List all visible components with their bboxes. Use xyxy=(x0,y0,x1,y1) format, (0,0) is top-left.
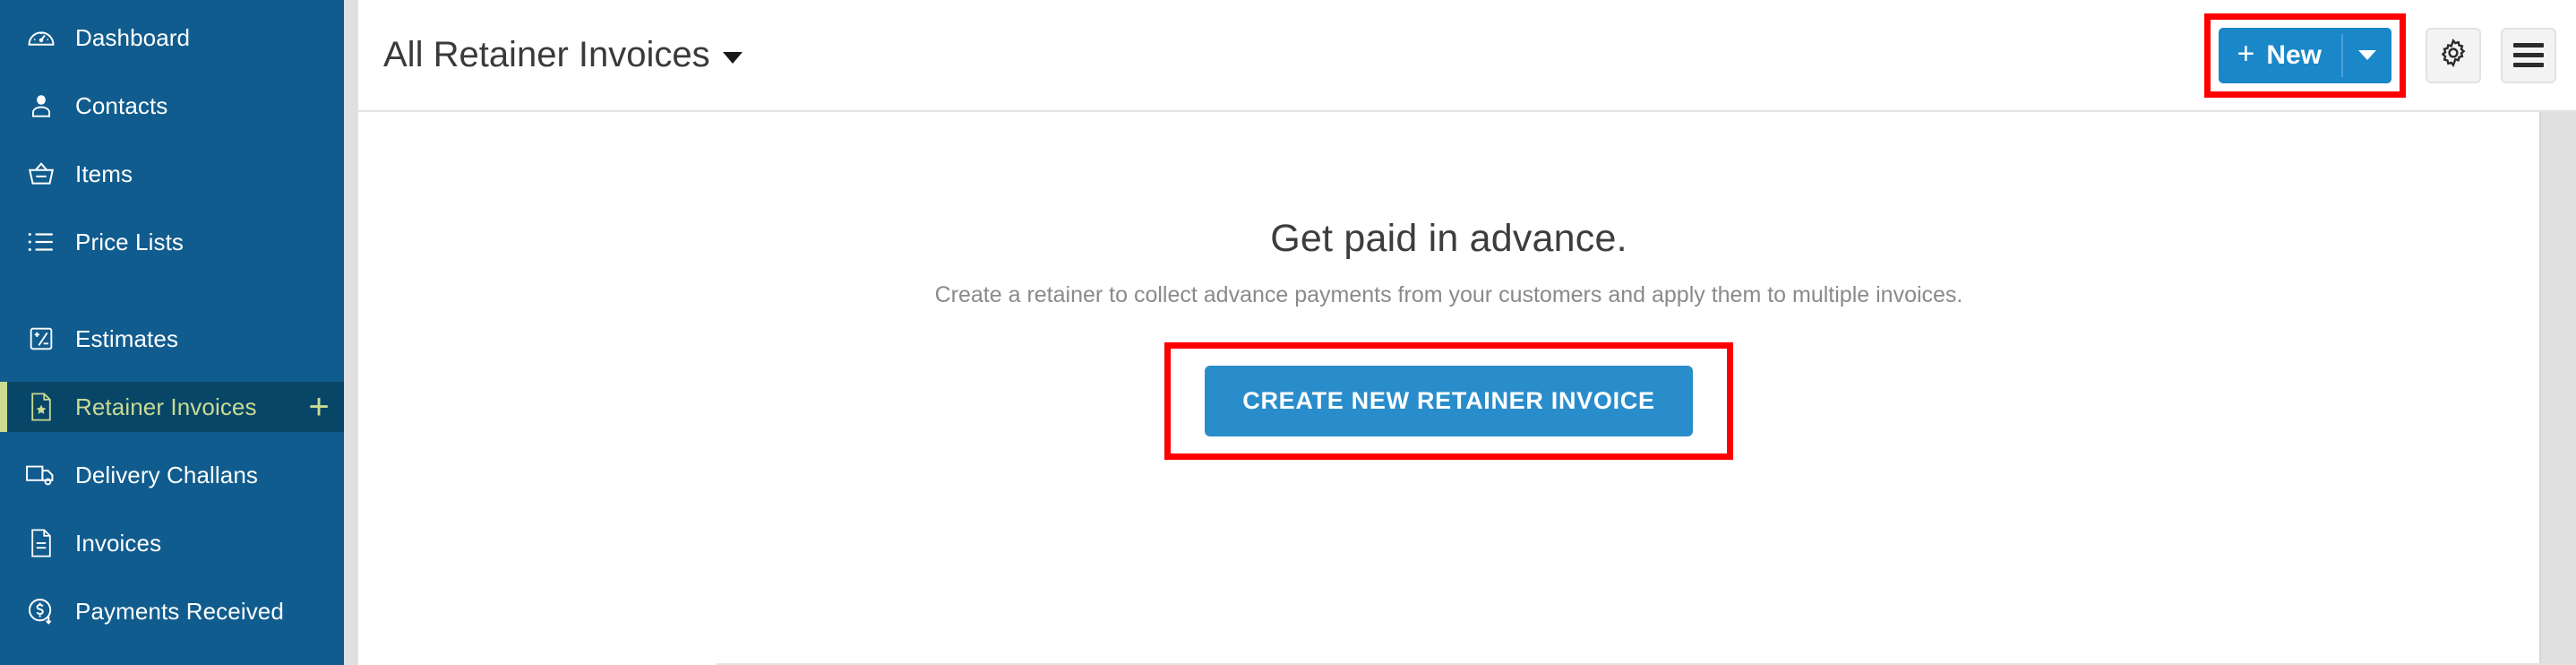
menu-button[interactable] xyxy=(2501,27,2556,83)
sidebar: Dashboard Contacts Items Price Lists Est… xyxy=(0,0,344,665)
sidebar-item-label: Invoices xyxy=(75,529,162,557)
sidebar-item-label: Price Lists xyxy=(75,228,185,255)
sidebar-item-label: Dashboard xyxy=(75,23,191,51)
empty-state: Get paid in advance. Create a retainer t… xyxy=(358,112,2539,665)
sidebar-group-primary: Dashboard Contacts Items Price Lists xyxy=(0,13,344,267)
settings-button[interactable] xyxy=(2426,27,2481,83)
top-bar-actions: + New xyxy=(2204,13,2576,98)
page-title-dropdown[interactable]: All Retainer Invoices xyxy=(383,35,743,75)
sidebar-item-label: Retainer Invoices xyxy=(75,393,257,420)
create-button-highlight: CREATE NEW RETAINER INVOICE xyxy=(1164,342,1733,460)
estimate-document-icon xyxy=(25,323,57,355)
new-button-label: New xyxy=(2266,39,2322,70)
sidebar-item-label: Items xyxy=(75,160,133,187)
retainer-document-star-icon xyxy=(25,391,57,423)
new-button[interactable]: + New xyxy=(2219,27,2391,83)
page-title: All Retainer Invoices xyxy=(383,35,710,74)
truck-icon xyxy=(25,459,57,491)
sidebar-item-invoices[interactable]: Invoices xyxy=(0,518,344,568)
sidebar-item-delivery-challans[interactable]: Delivery Challans xyxy=(0,450,344,500)
create-new-retainer-invoice-button[interactable]: CREATE NEW RETAINER INVOICE xyxy=(1205,366,1693,436)
top-bar: All Retainer Invoices + New xyxy=(358,0,2576,112)
chevron-down-icon xyxy=(722,52,743,64)
sidebar-item-label: Estimates xyxy=(75,324,179,352)
empty-state-headline: Get paid in advance. xyxy=(1270,217,1627,260)
sidebar-add-retainer-invoice-button[interactable]: + xyxy=(294,382,344,432)
gear-icon xyxy=(2438,38,2469,73)
new-button-main[interactable]: + New xyxy=(2219,28,2341,83)
plus-icon: + xyxy=(2237,37,2255,71)
sidebar-group-sales: Estimates Retainer Invoices + Delivery C… xyxy=(0,314,344,636)
sidebar-scrollbar-track[interactable] xyxy=(344,0,358,665)
main-panel: All Retainer Invoices + New Get paid in … xyxy=(358,0,2576,665)
sidebar-item-retainer-invoices[interactable]: Retainer Invoices + xyxy=(0,382,344,432)
invoice-document-icon xyxy=(25,527,57,559)
empty-state-subtext: Create a retainer to collect advance pay… xyxy=(934,282,1963,307)
chevron-down-icon xyxy=(2358,50,2376,60)
sidebar-item-contacts[interactable]: Contacts xyxy=(0,81,344,131)
new-button-dropdown[interactable] xyxy=(2343,28,2391,83)
new-button-highlight: + New xyxy=(2204,13,2406,98)
basket-icon xyxy=(25,158,57,190)
sidebar-item-dashboard[interactable]: Dashboard xyxy=(0,13,344,63)
content-area: Get paid in advance. Create a retainer t… xyxy=(358,112,2576,665)
dashboard-gauge-icon xyxy=(25,22,57,54)
page-scrollbar-track[interactable] xyxy=(2539,112,2576,665)
sidebar-item-items[interactable]: Items xyxy=(0,149,344,199)
hamburger-icon xyxy=(2513,43,2544,67)
dollar-circle-down-icon xyxy=(25,595,57,627)
sidebar-item-label: Payments Received xyxy=(75,597,284,625)
active-accent-bar xyxy=(0,382,7,432)
list-icon xyxy=(25,226,57,258)
sidebar-item-label: Contacts xyxy=(75,91,168,119)
sidebar-item-estimates[interactable]: Estimates xyxy=(0,314,344,364)
user-icon xyxy=(25,90,57,122)
app-root: Dashboard Contacts Items Price Lists Est… xyxy=(0,0,2576,665)
sidebar-item-payments-received[interactable]: Payments Received xyxy=(0,586,344,636)
sidebar-item-label: Delivery Challans xyxy=(75,461,258,488)
sidebar-item-price-lists[interactable]: Price Lists xyxy=(0,217,344,267)
